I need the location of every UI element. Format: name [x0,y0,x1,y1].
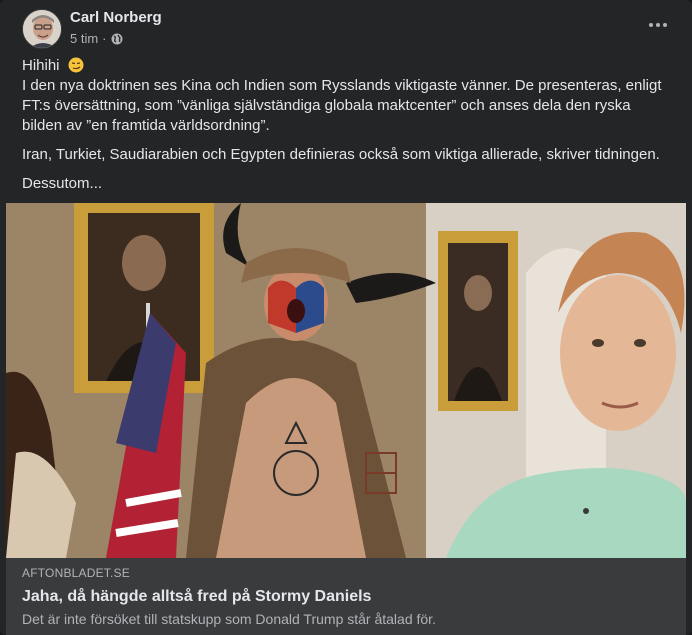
author-avatar[interactable] [22,9,62,49]
post-paragraph-3: Iran, Turkiet, Saudiarabien och Egypten … [22,146,660,163]
link-title[interactable]: Jaha, då hängde alltså fred på Stormy Da… [22,588,670,606]
more-options-icon[interactable] [644,13,672,37]
author-name[interactable]: Carl Norberg [70,9,162,26]
post-paragraph-1: Hihihi [22,57,60,74]
link-description: Det är inte försöket till statskupp som … [22,611,436,627]
link-preview-image[interactable] [6,203,686,558]
link-domain: AFTONBLADET.SE [22,566,130,580]
post-header: Carl Norberg 5 tim · [22,9,672,51]
post-body: Hihihi I den nya doktrinen ses Kina och … [22,56,672,203]
see-more-text[interactable]: Dessutom... [22,174,672,194]
feed-post: Carl Norberg 5 tim · Hihihi I den nya do… [0,0,692,635]
post-time[interactable]: 5 tim [70,31,98,46]
smirk-emoji-icon [68,57,84,73]
meta-separator: · [102,31,107,46]
post-meta: 5 tim · [70,31,123,46]
link-preview-card[interactable]: AFTONBLADET.SE Jaha, då hängde alltså fr… [6,558,686,635]
post-paragraph-2: I den nya doktrinen ses Kina och Indien … [22,77,662,134]
globe-icon[interactable] [111,33,123,45]
